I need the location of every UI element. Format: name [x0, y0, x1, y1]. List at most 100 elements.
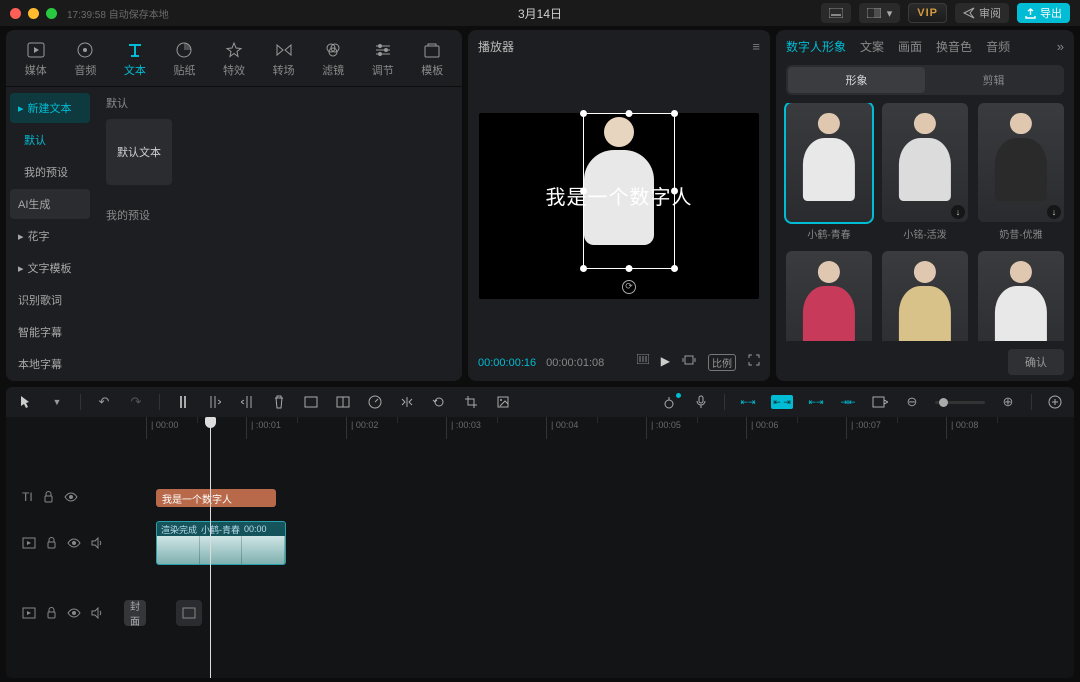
minimize-window[interactable]	[28, 8, 39, 19]
mute-icon[interactable]	[91, 607, 103, 619]
review-button[interactable]: 审阅	[955, 3, 1009, 23]
split-tool[interactable]	[174, 395, 192, 409]
zoom-fit[interactable]	[1046, 395, 1064, 409]
close-window[interactable]	[10, 8, 21, 19]
lock-icon[interactable]	[43, 491, 54, 503]
video-track: 渲染完成 小鹤-青春 00:00	[6, 519, 1074, 567]
avatar-card[interactable]: ↓奶昔-优雅	[978, 103, 1064, 241]
speed-tool[interactable]	[366, 395, 384, 409]
tab-media[interactable]: 媒体	[12, 36, 60, 86]
zoom-in[interactable]: ⊕	[999, 394, 1017, 410]
time-ruler[interactable]: | 00:00| :00:01| 00:02| :00:03| 00:04| :…	[6, 417, 1074, 439]
undo-button[interactable]: ↶	[95, 394, 113, 410]
vip-badge[interactable]: VIP	[908, 3, 947, 23]
video-clip[interactable]: 渲染完成 小鹤-青春 00:00	[156, 521, 286, 565]
play-button[interactable]: ▶	[661, 354, 670, 371]
asset-category-tabs: 媒体 音频 文本 贴纸 特效 转场 滤镜 调节 模板	[6, 30, 462, 87]
sidebar-smart-captions[interactable]: 智能字幕	[10, 317, 90, 347]
rtab-script[interactable]: 文案	[860, 38, 884, 55]
mute-icon[interactable]	[91, 537, 103, 549]
trim-left-tool[interactable]	[206, 395, 224, 409]
mirror-tool[interactable]	[398, 396, 416, 408]
avatar-card[interactable]: ↓	[786, 251, 872, 341]
sidebar-lyrics[interactable]: 识别歌词	[10, 285, 90, 315]
sidebar-ai-generate[interactable]: AI生成	[10, 189, 90, 219]
tab-template[interactable]: 模板	[409, 36, 457, 86]
sidebar-new-text[interactable]: ▸新建文本	[10, 93, 90, 123]
autosave-status: 17:39:58 自动保存本地	[67, 6, 169, 21]
mic-tool[interactable]	[692, 395, 710, 409]
text-clip[interactable]: 我是一个数字人	[156, 489, 276, 507]
trim-right-tool[interactable]	[238, 395, 256, 409]
player-stage[interactable]: 我是一个数字人 ⟳	[468, 63, 770, 348]
layout-b-button[interactable]: ▾	[859, 3, 901, 23]
default-text-preset[interactable]: 默认文本	[106, 119, 172, 185]
cover-chip[interactable]: 封面	[124, 600, 146, 626]
freeze-tool[interactable]	[334, 396, 352, 408]
layout-a-button[interactable]	[821, 3, 851, 23]
lock-icon[interactable]	[46, 537, 57, 549]
snap-b[interactable]: ⇤ ⇥	[771, 395, 793, 409]
auto-tool[interactable]	[660, 395, 678, 409]
smart-tool[interactable]	[494, 395, 512, 409]
rotate-handle[interactable]: ⟳	[622, 280, 636, 294]
snap-a[interactable]: ⇤⇥	[739, 395, 757, 409]
snap-c[interactable]: ⇤⇥	[807, 395, 825, 409]
ratio-button[interactable]: 比例	[708, 354, 736, 371]
avatar-card[interactable]: ↓小铭-活泼	[882, 103, 968, 241]
rtab-voice[interactable]: 换音色	[936, 38, 972, 55]
tab-filter[interactable]: 滤镜	[309, 36, 357, 86]
tab-audio[interactable]: 音频	[62, 36, 110, 86]
section-default-label: 默认	[106, 95, 450, 111]
sidebar-my-presets[interactable]: 我的预设	[10, 157, 90, 187]
avatar-grid: 小鹤-青春↓小铭-活泼↓奶昔-优雅↓↓↓	[776, 103, 1074, 341]
tab-sticker[interactable]: 贴纸	[161, 36, 209, 86]
zoom-slider[interactable]	[935, 401, 985, 404]
rtab-audio[interactable]: 音频	[986, 38, 1010, 55]
delete-tool[interactable]	[270, 395, 288, 409]
playhead[interactable]	[210, 417, 211, 678]
sidebar-default[interactable]: 默认	[10, 125, 90, 155]
confirm-button[interactable]: 确认	[1008, 349, 1064, 375]
frame-tool[interactable]	[302, 396, 320, 408]
avatar-card[interactable]: 小鹤-青春	[786, 103, 872, 241]
visibility-icon[interactable]	[64, 492, 78, 502]
export-button[interactable]: 导出	[1017, 3, 1070, 23]
avatar-card[interactable]: ↓	[882, 251, 968, 341]
timecode-duration: 00:00:01:08	[546, 357, 604, 369]
pointer-dropdown[interactable]: ▼	[48, 397, 66, 407]
fullscreen-icon[interactable]	[748, 354, 760, 371]
preview-quality-icon[interactable]	[637, 354, 649, 371]
player-menu-icon[interactable]: ≡	[752, 39, 760, 54]
rtab-picture[interactable]: 画面	[898, 38, 922, 55]
pointer-tool[interactable]	[16, 395, 34, 409]
rtab-more-icon[interactable]: »	[1057, 39, 1064, 54]
tab-text[interactable]: 文本	[111, 36, 159, 86]
add-clip-placeholder[interactable]	[176, 600, 202, 626]
frame-icon[interactable]	[682, 354, 696, 371]
selection-box[interactable]: ⟳	[583, 113, 675, 269]
zoom-out[interactable]: ⊖	[903, 394, 921, 410]
lock-icon[interactable]	[46, 607, 57, 619]
rotate-tool[interactable]	[430, 395, 448, 409]
tab-adjust[interactable]: 调节	[359, 36, 407, 86]
sidebar-text-template[interactable]: ▸文字模板	[10, 253, 90, 283]
seg-edit[interactable]: 剪辑	[925, 67, 1062, 93]
redo-button[interactable]: ↷	[127, 394, 145, 410]
sidebar-local-captions[interactable]: 本地字幕	[10, 349, 90, 379]
visibility-icon[interactable]	[67, 608, 81, 618]
crop-tool[interactable]	[462, 395, 480, 409]
sidebar-fancy-text[interactable]: ▸花字	[10, 221, 90, 251]
visibility-icon[interactable]	[67, 538, 81, 548]
tab-effects[interactable]: 特效	[210, 36, 258, 86]
rtab-avatar[interactable]: 数字人形象	[786, 38, 846, 55]
maximize-window[interactable]	[46, 8, 57, 19]
properties-panel: 数字人形象 文案 画面 换音色 音频 » 形象 剪辑 小鹤-青春↓小铭-活泼↓奶…	[776, 30, 1074, 381]
player-panel: 播放器 ≡ 我是一个数字人 ⟳ 00:00:00:16 00:00:01:08 …	[468, 30, 770, 381]
assets-panel: 媒体 音频 文本 贴纸 特效 转场 滤镜 调节 模板 ▸新建文本 默认 我的预设…	[6, 30, 462, 381]
seg-shape[interactable]: 形象	[788, 67, 925, 93]
avatar-card[interactable]: ↓	[978, 251, 1064, 341]
preview-tool[interactable]	[871, 396, 889, 408]
tab-transition[interactable]: 转场	[260, 36, 308, 86]
snap-d[interactable]: ⇥⇤	[839, 395, 857, 409]
